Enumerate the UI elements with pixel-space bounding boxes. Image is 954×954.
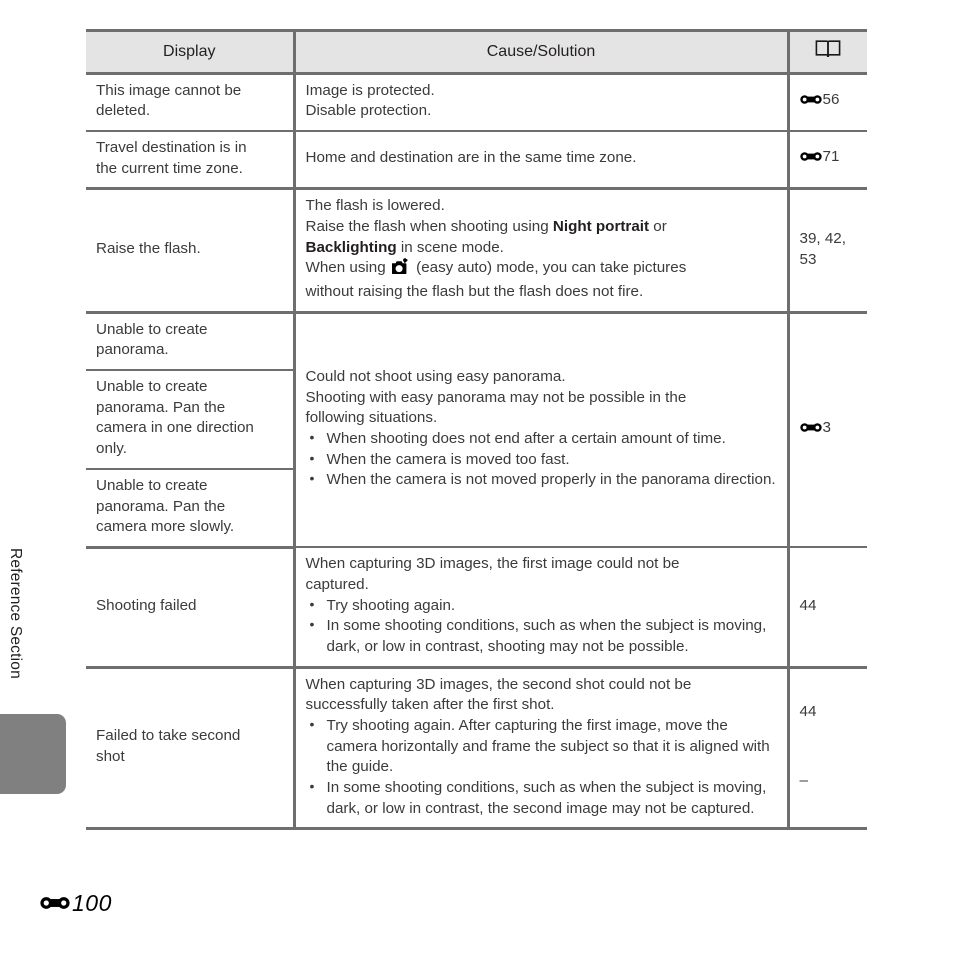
- display-line: Shooting failed: [96, 596, 197, 614]
- cell-display: This image cannot be deleted.: [86, 73, 294, 133]
- cell-display: Shooting failed: [86, 547, 294, 669]
- cause-bullet: When the camera is not moved properly in…: [306, 469, 777, 491]
- reference-page: 44: [799, 703, 817, 721]
- cause-line: The flash is lowered.: [305, 197, 445, 215]
- reference-mark-icon: [799, 149, 822, 170]
- cell-cause-panorama: Could not shoot using easy panorama. Sho…: [292, 312, 788, 549]
- reference-page: 39, 42, 53: [799, 229, 846, 268]
- cell-display: Unable to create panorama. Pan the camer…: [86, 468, 294, 549]
- table-row: Shooting failed When capturing 3D images…: [86, 547, 867, 669]
- cause-bullet: In some shooting conditions, such as whe…: [306, 777, 777, 819]
- display-line: panorama. Pan the: [96, 497, 226, 515]
- chapter-thumb-tab: [0, 714, 66, 794]
- table-row: This image cannot be deleted. Image is p…: [86, 73, 867, 133]
- cause-bullet-list: When shooting does not end after a certa…: [306, 428, 777, 491]
- display-line: Unable to create: [96, 320, 208, 338]
- emphasis-backlighting: Backlighting: [305, 238, 397, 256]
- cause-bullet: In some shooting conditions, such as whe…: [306, 615, 777, 657]
- display-line: camera in one direction: [96, 419, 254, 437]
- column-header-reference: [786, 29, 867, 75]
- cause-line: Could not shoot using easy panorama.: [305, 368, 566, 386]
- display-line: panorama. Pan the: [96, 398, 226, 416]
- cell-reference: 44 –: [786, 667, 867, 831]
- cell-reference: 71: [786, 131, 867, 191]
- display-line: only.: [96, 440, 127, 458]
- page-footer: 100: [40, 890, 112, 918]
- cell-reference: 44: [786, 547, 867, 669]
- display-line: camera more slowly.: [96, 518, 235, 536]
- table-row: Travel destination is in the current tim…: [86, 131, 867, 191]
- cause-line: Home and destination are in the same tim…: [305, 149, 637, 167]
- table-row: Unable to create panorama. Could not sho…: [86, 312, 867, 549]
- reference-mark-icon: [799, 420, 822, 441]
- cause-text: or: [649, 218, 667, 236]
- column-header-display: Display: [86, 29, 294, 75]
- table-header: Display Cause/Solution: [86, 29, 867, 75]
- cause-line: captured.: [305, 576, 369, 594]
- display-line: panorama.: [96, 341, 169, 359]
- cause-bullet: When shooting does not end after a certa…: [306, 428, 777, 450]
- cell-reference: 39, 42, 53: [786, 188, 867, 314]
- cell-reference: 56: [786, 73, 867, 133]
- cell-reference-panorama: 3: [786, 312, 867, 549]
- reference-page: 71: [822, 148, 840, 166]
- cell-display: Raise the flash.: [86, 188, 294, 314]
- display-line: Unable to create: [96, 378, 208, 396]
- cell-display: Failed to take second shot: [86, 667, 294, 831]
- cause-text: (easy auto) mode, you can take pictures: [411, 259, 687, 277]
- reference-page: 3: [822, 418, 831, 436]
- display-line: Raise the flash.: [96, 240, 201, 258]
- display-line: This image cannot be: [96, 81, 242, 99]
- reference-mark-icon: [799, 92, 822, 113]
- display-line: shot: [96, 748, 125, 766]
- cause-bullet-list: Try shooting again. In some shooting con…: [306, 595, 777, 658]
- chapter-rail: Reference Section: [0, 0, 86, 954]
- cause-bullet: When the camera is moved too fast.: [306, 449, 777, 471]
- display-line: the current time zone.: [96, 159, 243, 177]
- cell-cause: When capturing 3D images, the first imag…: [292, 547, 788, 669]
- cause-bullet: Try shooting again. After capturing the …: [306, 715, 777, 778]
- emphasis-night-portrait: Night portrait: [552, 218, 650, 236]
- column-header-cause-solution: Cause/Solution: [292, 29, 788, 75]
- table-header-row: Display Cause/Solution: [86, 29, 867, 75]
- cause-line: Disable protection.: [305, 102, 432, 120]
- footer-page-number: 100: [72, 890, 112, 916]
- cause-line: without raising the flash but the flash …: [305, 283, 644, 301]
- cause-line: Raise the flash when shooting using Nigh…: [306, 217, 777, 238]
- reference-page: 44: [799, 596, 817, 614]
- cause-line: Image is protected.: [305, 81, 435, 99]
- cause-line: When using (easy auto) mode, you can tak…: [306, 258, 777, 282]
- display-line: Unable to create: [96, 476, 208, 494]
- cause-bullet-list: Try shooting again. After capturing the …: [306, 715, 777, 819]
- cause-line: Shooting with easy panorama may not be p…: [305, 388, 687, 406]
- cause-line: following situations.: [305, 409, 438, 427]
- display-line: Failed to take second: [96, 727, 241, 745]
- cell-cause: When capturing 3D images, the second sho…: [292, 667, 788, 831]
- cell-display: Unable to create panorama.: [86, 312, 294, 372]
- reference-page-dash: –: [799, 772, 808, 790]
- cause-line: When capturing 3D images, the second sho…: [305, 675, 692, 693]
- reference-page: 56: [822, 91, 840, 109]
- display-line: Travel destination is in: [96, 139, 247, 157]
- cause-text: When using: [305, 259, 390, 277]
- cause-line: When capturing 3D images, the first imag…: [305, 555, 680, 573]
- table-body: This image cannot be deleted. Image is p…: [86, 73, 867, 831]
- cause-text: in scene mode.: [396, 238, 504, 256]
- cause-line: Backlighting in scene mode.: [306, 238, 777, 259]
- book-icon: [815, 39, 841, 65]
- cell-cause: Image is protected. Disable protection.: [292, 73, 788, 133]
- cell-display: Unable to create panorama. Pan the camer…: [86, 370, 294, 470]
- cause-text: Raise the flash when shooting using: [305, 218, 553, 236]
- cell-display: Travel destination is in the current tim…: [86, 131, 294, 191]
- reference-mark-icon: [40, 894, 70, 918]
- error-message-table: Display Cause/Solution This image cannot…: [86, 29, 867, 831]
- table-row: Failed to take second shot When capturin…: [86, 667, 867, 831]
- easy-auto-camera-icon: [391, 258, 410, 282]
- table-row: Raise the flash. The flash is lowered. R…: [86, 188, 867, 314]
- cause-bullet: Try shooting again.: [306, 595, 777, 617]
- cell-cause: The flash is lowered. Raise the flash wh…: [292, 188, 788, 314]
- display-line: deleted.: [96, 102, 151, 120]
- cell-cause: Home and destination are in the same tim…: [292, 131, 788, 191]
- cause-line: successfully taken after the first shot.: [305, 696, 555, 714]
